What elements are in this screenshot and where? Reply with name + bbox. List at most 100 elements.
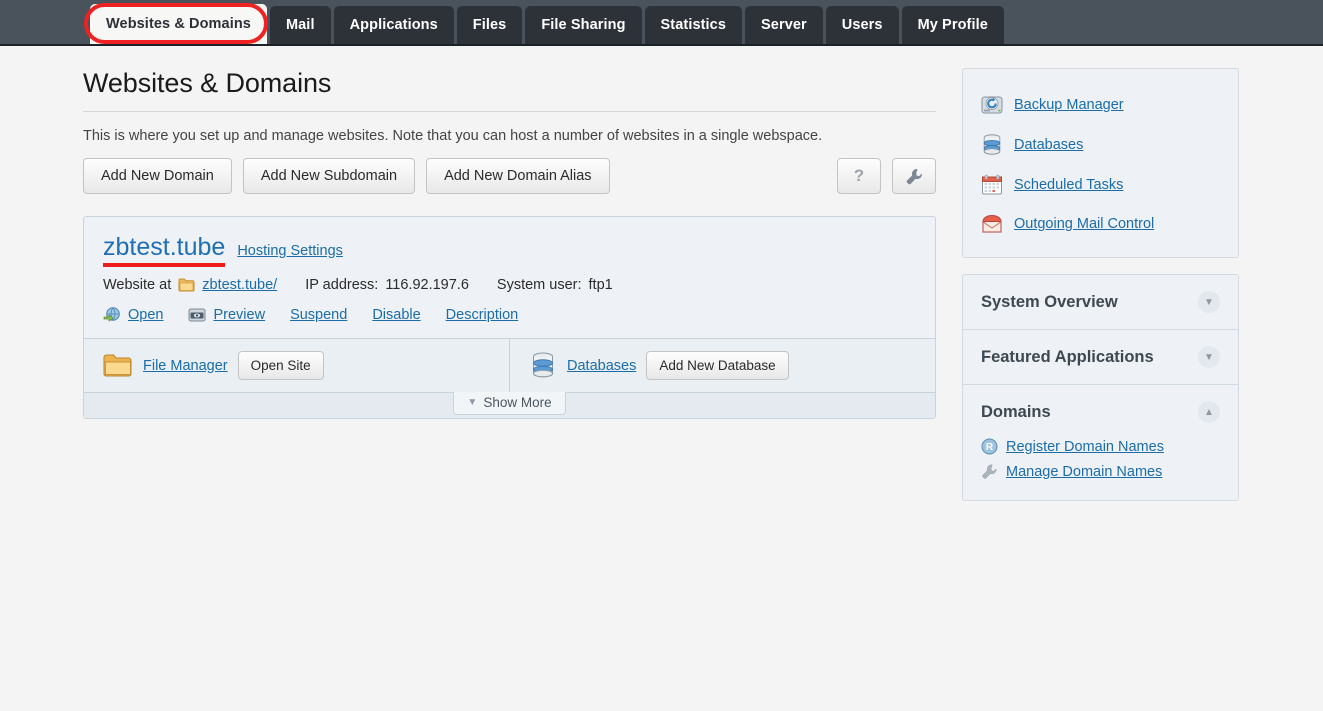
question-mark-icon: ? bbox=[853, 166, 865, 185]
domain-name-link[interactable]: zbtest.tube bbox=[103, 233, 226, 267]
tab-label: My Profile bbox=[917, 17, 988, 33]
section-header[interactable]: Domains ▲ bbox=[981, 401, 1220, 423]
domain-name-text: zbtest.tube bbox=[103, 233, 226, 261]
section-featured-applications: Featured Applications ▼ bbox=[963, 329, 1238, 384]
domain-card-footer: ▼ Show More bbox=[84, 392, 935, 418]
chevron-up-icon[interactable]: ▲ bbox=[1198, 401, 1220, 423]
sidebar-item-manage-domain-names[interactable]: Manage Domain Names bbox=[981, 459, 1220, 484]
tab-label: Websites & Domains bbox=[106, 16, 251, 32]
sidebar: Backup Manager Databases Scheduled Tasks… bbox=[962, 68, 1239, 501]
domain-meta-row: Website at zbtest.tube/ IP address: 116.… bbox=[103, 277, 916, 293]
hosting-settings-link[interactable]: Hosting Settings bbox=[237, 243, 343, 259]
show-more-label: Show More bbox=[483, 395, 552, 410]
section-title: Featured Applications bbox=[981, 347, 1154, 366]
chevron-down-icon: ▼ bbox=[467, 397, 478, 408]
settings-wrench-button[interactable] bbox=[892, 158, 936, 194]
action-toolbar: Add New Domain Add New Subdomain Add New… bbox=[83, 158, 936, 194]
website-path-link[interactable]: zbtest.tube/ bbox=[202, 277, 277, 293]
suspend-link[interactable]: Suspend bbox=[290, 307, 347, 323]
tab-my-profile[interactable]: My Profile bbox=[901, 6, 1004, 44]
domain-card-header: zbtest.tube Hosting Settings Website at … bbox=[84, 217, 935, 338]
backup-disk-icon bbox=[981, 94, 1003, 116]
sidebar-item-register-domain-names[interactable]: R Register Domain Names bbox=[981, 434, 1220, 459]
section-header[interactable]: Featured Applications ▼ bbox=[981, 346, 1220, 368]
sidebar-item-label: Register Domain Names bbox=[1006, 438, 1164, 455]
show-more-toggle[interactable]: ▼ Show More bbox=[453, 392, 566, 415]
add-new-database-button[interactable]: Add New Database bbox=[646, 351, 789, 380]
folder-icon bbox=[178, 278, 195, 292]
file-manager-link[interactable]: File Manager bbox=[143, 358, 228, 374]
page-title: Websites & Domains bbox=[83, 68, 332, 98]
domain-actions-row: Open Preview Suspend Disable Description bbox=[103, 306, 916, 324]
tab-label: Files bbox=[472, 17, 507, 33]
section-title: System Overview bbox=[981, 292, 1118, 311]
sidebar-item-label: Backup Manager bbox=[1014, 97, 1124, 113]
sidebar-item-backup-manager[interactable]: Backup Manager bbox=[963, 85, 1238, 125]
section-header[interactable]: System Overview ▼ bbox=[981, 291, 1220, 313]
file-manager-cell: File Manager Open Site bbox=[84, 339, 509, 392]
domain-title-row: zbtest.tube Hosting Settings bbox=[103, 233, 916, 267]
database-icon bbox=[529, 352, 557, 379]
domain-card: zbtest.tube Hosting Settings Website at … bbox=[83, 216, 936, 419]
tab-label: Users bbox=[841, 17, 883, 33]
section-body: R Register Domain Names Manage Domain Na… bbox=[981, 423, 1220, 484]
tab-applications[interactable]: Applications bbox=[333, 6, 454, 44]
add-new-domain-button[interactable]: Add New Domain bbox=[83, 158, 232, 194]
tab-files[interactable]: Files bbox=[456, 6, 523, 44]
databases-link[interactable]: Databases bbox=[567, 358, 636, 374]
tab-users[interactable]: Users bbox=[825, 6, 899, 44]
open-site-button[interactable]: Open Site bbox=[237, 351, 324, 380]
sidebar-item-outgoing-mail-control[interactable]: Outgoing Mail Control bbox=[963, 205, 1238, 243]
main-tab-bar: Websites & Domains Mail Applications Fil… bbox=[0, 0, 1323, 46]
section-title: Domains bbox=[981, 402, 1051, 421]
help-button[interactable]: ? bbox=[837, 158, 881, 194]
tab-file-sharing[interactable]: File Sharing bbox=[525, 6, 642, 44]
add-new-domain-alias-button[interactable]: Add New Domain Alias bbox=[426, 158, 610, 194]
tab-server[interactable]: Server bbox=[745, 6, 823, 44]
wrench-icon bbox=[981, 463, 998, 480]
sidebar-shortcut-list: Backup Manager Databases Scheduled Tasks… bbox=[963, 69, 1238, 257]
ip-address-label: IP address: bbox=[305, 277, 379, 293]
section-domains: Domains ▲ R Register Domain Names Manage… bbox=[963, 384, 1238, 500]
tab-label: Mail bbox=[285, 17, 315, 33]
add-new-subdomain-button[interactable]: Add New Subdomain bbox=[242, 158, 416, 194]
registered-r-icon: R bbox=[981, 438, 998, 455]
database-icon bbox=[981, 134, 1003, 156]
chevron-down-icon[interactable]: ▼ bbox=[1198, 346, 1220, 368]
tab-label: Server bbox=[761, 17, 807, 33]
databases-cell: Databases Add New Database bbox=[509, 339, 934, 392]
screen-icon bbox=[188, 308, 206, 322]
mail-icon bbox=[981, 214, 1003, 234]
title-divider bbox=[83, 111, 936, 112]
tab-label: Statistics bbox=[660, 17, 727, 33]
preview-link[interactable]: Preview bbox=[213, 307, 265, 323]
page-description: This is where you set up and manage webs… bbox=[83, 128, 823, 144]
ip-address-value: 116.92.197.6 bbox=[385, 277, 469, 293]
tab-label: Applications bbox=[349, 17, 438, 33]
tab-statistics[interactable]: Statistics bbox=[644, 6, 743, 44]
globe-arrow-icon bbox=[103, 306, 121, 324]
section-system-overview: System Overview ▼ bbox=[963, 275, 1238, 329]
sidebar-item-label: Outgoing Mail Control bbox=[1014, 216, 1155, 232]
chevron-down-icon[interactable]: ▼ bbox=[1198, 291, 1220, 313]
description-link[interactable]: Description bbox=[446, 307, 519, 323]
sidebar-item-label: Databases bbox=[1014, 137, 1084, 153]
system-user-label: System user: bbox=[496, 277, 582, 293]
calendar-icon bbox=[981, 174, 1003, 196]
sidebar-item-label: Manage Domain Names bbox=[1006, 463, 1163, 480]
main-content: Websites & Domains This is where you set… bbox=[83, 68, 936, 419]
sidebar-item-label: Scheduled Tasks bbox=[1014, 177, 1124, 193]
svg-text:R: R bbox=[986, 442, 994, 453]
tab-label: File Sharing bbox=[541, 17, 626, 33]
sidebar-item-scheduled-tasks[interactable]: Scheduled Tasks bbox=[963, 165, 1238, 205]
domain-card-tools: File Manager Open Site Databases Add New… bbox=[84, 338, 935, 392]
sidebar-sections-panel: System Overview ▼ Featured Applications … bbox=[962, 274, 1239, 501]
open-link[interactable]: Open bbox=[128, 307, 163, 323]
tab-mail[interactable]: Mail bbox=[269, 6, 331, 44]
sidebar-shortcuts-panel: Backup Manager Databases Scheduled Tasks… bbox=[962, 68, 1239, 258]
sidebar-item-databases[interactable]: Databases bbox=[963, 125, 1238, 165]
tab-websites-and-domains[interactable]: Websites & Domains bbox=[90, 4, 267, 44]
disable-link[interactable]: Disable bbox=[372, 307, 420, 323]
website-at-label: Website at bbox=[103, 277, 172, 293]
wrench-icon bbox=[905, 167, 924, 186]
